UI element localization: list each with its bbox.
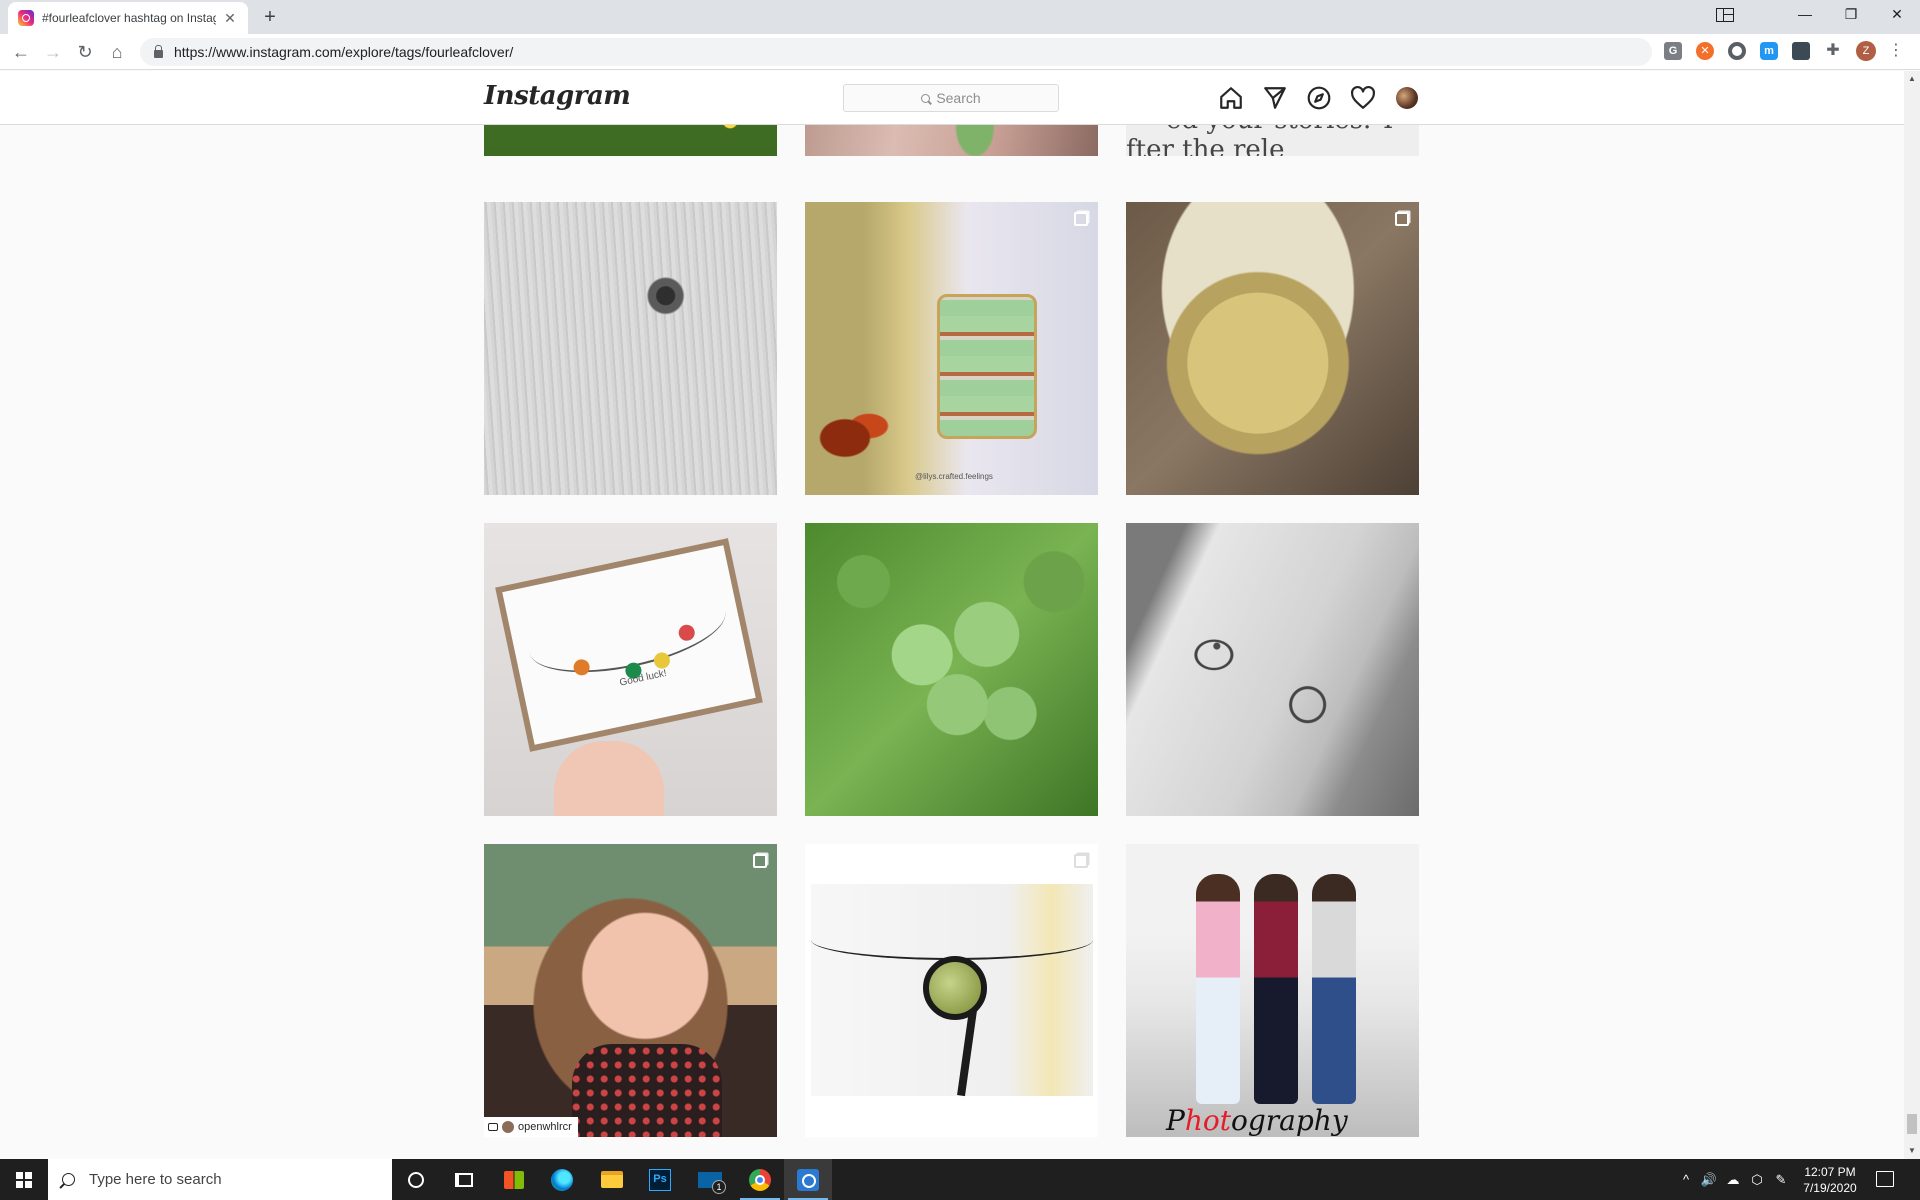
multiple-images-icon — [753, 854, 767, 868]
person-figure — [1254, 874, 1298, 1104]
search-placeholder: Search — [936, 90, 981, 106]
pen-icon[interactable]: ✎ — [1770, 1159, 1792, 1200]
photoshop-icon[interactable]: Ps — [636, 1159, 684, 1200]
lock-icon[interactable] — [154, 44, 163, 58]
grammarly-icon[interactable]: G — [1664, 42, 1682, 60]
notifications-icon[interactable] — [1876, 1171, 1894, 1187]
circle-icon[interactable] — [1728, 42, 1746, 60]
system-clock[interactable]: 12:07 PM 7/19/2020 — [1792, 1164, 1868, 1196]
forward-button[interactable]: → — [40, 39, 66, 65]
store-icon[interactable] — [490, 1159, 538, 1200]
leaf-image — [813, 402, 893, 462]
post-watermark: @lilys.crafted.feelings — [915, 472, 993, 481]
direct-icon[interactable] — [1262, 85, 1288, 111]
file-explorer-icon[interactable] — [588, 1159, 636, 1200]
repost-avatar — [502, 1121, 514, 1133]
home-icon[interactable] — [1218, 85, 1244, 111]
post-thumbnail-pendant[interactable] — [805, 844, 1098, 1137]
browser-tab[interactable]: #fourleafclover hashtag on Instagram ✕ — [8, 2, 248, 34]
reload-button[interactable]: ↻ — [72, 39, 98, 65]
tassel-image — [957, 1009, 977, 1097]
profile-avatar[interactable]: Z — [1856, 41, 1876, 61]
edge-icon[interactable] — [538, 1159, 586, 1200]
taskbar-search-box[interactable]: Type here to search — [48, 1159, 392, 1200]
repost-icon — [488, 1123, 498, 1131]
start-button[interactable] — [0, 1159, 48, 1200]
tab-close-icon[interactable]: ✕ — [222, 10, 238, 26]
clock-date: 7/19/2020 — [1803, 1181, 1857, 1195]
new-tab-button[interactable]: + — [258, 5, 282, 29]
dress-image — [572, 1044, 722, 1137]
orange-x-icon[interactable]: ✕ — [1696, 42, 1714, 60]
instagram-logo[interactable]: Instagram — [484, 81, 631, 111]
photography-watermark: Photography — [1166, 1104, 1348, 1137]
address-bar[interactable]: https://www.instagram.com/explore/tags/f… — [140, 38, 1652, 66]
snip-tool-icon[interactable] — [784, 1159, 832, 1200]
show-hidden-icons-chevron[interactable]: ^ — [1676, 1159, 1696, 1200]
mail-badge: 1 — [712, 1179, 726, 1194]
page-scrollbar[interactable]: ▲ ▼ — [1904, 71, 1920, 1159]
search-icon — [62, 1173, 75, 1186]
onedrive-icon[interactable]: ☁ — [1722, 1159, 1744, 1200]
close-window-button[interactable]: ✕ — [1874, 0, 1920, 28]
post-thumbnail-tea[interactable] — [1126, 202, 1419, 495]
post-thumbnail-clover-grass[interactable] — [805, 523, 1098, 816]
mobile-icon[interactable] — [1792, 42, 1810, 60]
browser-tab-strip: #fourleafclover hashtag on Instagram ✕ +… — [0, 0, 1920, 34]
explore-icon[interactable] — [1306, 85, 1332, 111]
url-text[interactable]: https://www.instagram.com/explore/tags/f… — [174, 44, 513, 60]
back-button[interactable]: ← — [8, 39, 34, 65]
chrome-icon[interactable] — [736, 1159, 784, 1200]
instagram-header: Instagram Search — [0, 71, 1904, 125]
scroll-down-icon[interactable]: ▼ — [1904, 1143, 1920, 1159]
puzzle-icon[interactable]: ✚ — [1824, 42, 1842, 60]
browser-menu-icon[interactable]: ⋮ — [1888, 40, 1904, 62]
post-text-line: fter the rele — [1126, 135, 1285, 156]
instagram-favicon-icon — [18, 10, 34, 26]
minimize-button[interactable]: — — [1782, 0, 1828, 28]
cord-image — [811, 920, 1093, 960]
taskbar-search-placeholder: Type here to search — [89, 1171, 222, 1188]
mail-icon[interactable]: 1 — [686, 1159, 734, 1200]
repost-tag: openwhlrcr — [484, 1117, 578, 1137]
cortana-icon[interactable] — [392, 1159, 440, 1200]
page-viewport: ed your stories. T fter the rele @lilys.… — [0, 71, 1904, 1159]
activity-heart-icon[interactable] — [1350, 85, 1376, 111]
task-view-icon[interactable] — [440, 1159, 488, 1200]
multiple-images-icon — [1395, 212, 1409, 226]
jar-image — [937, 294, 1037, 439]
card-image: Good luck! — [495, 538, 763, 752]
person-figure — [1312, 874, 1356, 1104]
volume-icon[interactable]: 🔊 — [1698, 1159, 1720, 1200]
bunting-drawing — [522, 577, 733, 688]
tab-layout-icon[interactable] — [1702, 0, 1748, 28]
windows-taskbar: Type here to search Ps 1 ^ 🔊 ☁ ⬡ ✎ 12:07… — [0, 1159, 1920, 1200]
tab-title: #fourleafclover hashtag on Instagram — [42, 11, 216, 25]
hand-image — [554, 741, 664, 816]
multiple-images-icon — [1074, 212, 1088, 226]
home-button[interactable]: ⌂ — [104, 39, 130, 65]
scroll-up-icon[interactable]: ▲ — [1904, 71, 1920, 87]
dropbox-icon[interactable]: ⬡ — [1746, 1159, 1768, 1200]
profile-avatar[interactable] — [1396, 87, 1418, 109]
pendant-photo — [811, 884, 1093, 1097]
search-icon — [921, 93, 931, 103]
restore-button[interactable]: ❐ — [1828, 0, 1874, 28]
search-input[interactable]: Search — [843, 84, 1059, 112]
person-figure — [1196, 874, 1240, 1104]
windows-logo-icon — [16, 1172, 32, 1188]
browser-toolbar: ← → ↻ ⌂ https://www.instagram.com/explor… — [0, 34, 1920, 70]
post-thumbnail-bw-clover[interactable] — [484, 202, 777, 495]
pendant-image — [923, 956, 987, 1020]
repost-username: openwhlrcr — [518, 1121, 572, 1133]
multiple-images-icon — [1074, 854, 1088, 868]
post-thumbnail-group[interactable]: Photography — [1126, 844, 1419, 1137]
clock-time: 12:07 PM — [1804, 1165, 1856, 1179]
post-thumbnail-jar[interactable]: @lilys.crafted.feelings — [805, 202, 1098, 495]
scroll-thumb[interactable] — [1907, 1114, 1917, 1134]
post-thumbnail-selfie[interactable]: openwhlrcr — [484, 844, 777, 1137]
post-thumbnail-card[interactable]: Good luck! — [484, 523, 777, 816]
post-thumbnail-tattoo[interactable] — [1126, 523, 1419, 816]
m-icon[interactable]: m — [1760, 42, 1778, 60]
